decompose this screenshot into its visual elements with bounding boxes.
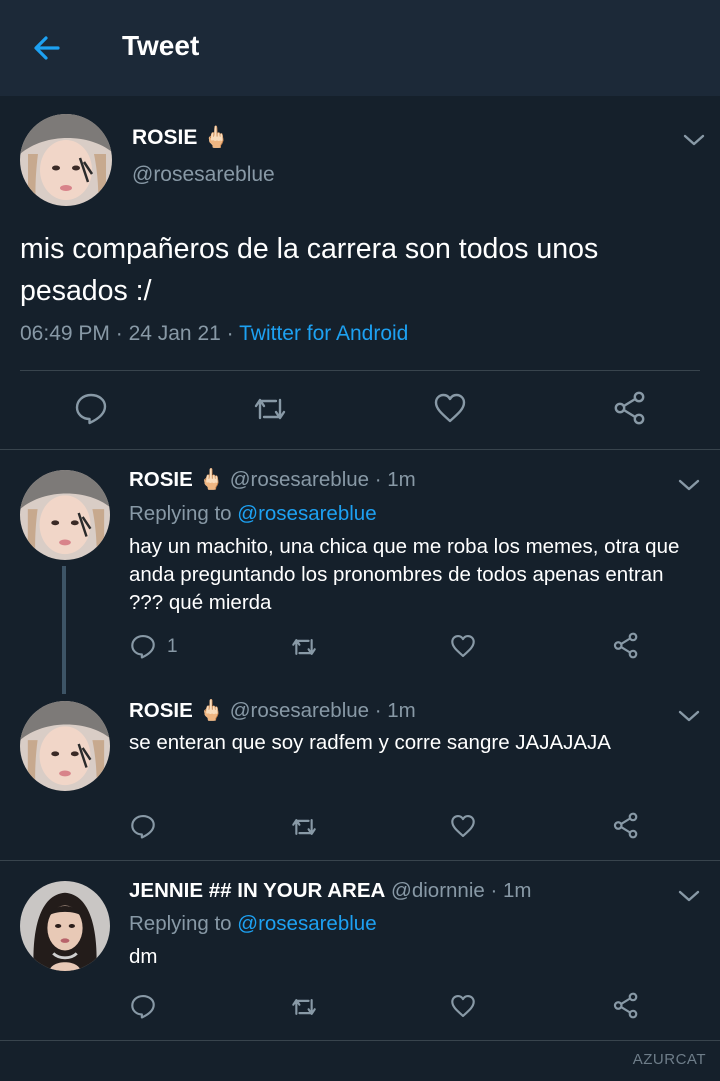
tweet-date: 24 Jan 21 — [128, 322, 221, 345]
avatar[interactable] — [20, 701, 110, 791]
chevron-down-icon[interactable] — [676, 707, 702, 725]
share-icon[interactable] — [612, 812, 640, 844]
reply-header: ROSIE 🖕🏻 @rosesareblue · 1m — [129, 468, 416, 492]
chevron-down-icon[interactable] — [676, 887, 702, 905]
divider — [0, 860, 720, 861]
replying-to: Replying to @rosesareblue — [129, 912, 377, 936]
tweet-text: se enteran que soy radfem y corre sangre… — [129, 731, 611, 754]
tweet-source-link[interactable]: Twitter for Android — [239, 322, 408, 345]
replying-to-prefix: Replying to — [129, 502, 232, 525]
reply-header: JENNIE ## IN YOUR AREA @diornnie · 1m — [129, 879, 531, 903]
replying-to-handle[interactable]: @rosesareblue — [237, 912, 376, 935]
replying-to-prefix: Replying to — [129, 912, 232, 935]
like-icon[interactable] — [433, 391, 467, 430]
reply-count: 1 — [167, 636, 178, 657]
author-handle-time[interactable]: @rosesareblue · 1m — [230, 699, 416, 722]
thread-line — [62, 566, 66, 694]
divider — [20, 370, 700, 371]
retweet-icon[interactable] — [290, 634, 318, 665]
author-name[interactable]: JENNIE ## IN YOUR AREA — [129, 879, 385, 902]
like-icon[interactable] — [450, 633, 476, 664]
replying-to: Replying to @rosesareblue — [129, 502, 377, 526]
author-handle[interactable]: @rosesareblue — [132, 163, 275, 187]
author-handle-time[interactable]: @diornnie · 1m — [391, 879, 531, 902]
like-icon[interactable] — [450, 993, 476, 1024]
like-icon[interactable] — [450, 813, 476, 844]
tweet-meta: 06:49 PM · 24 Jan 21 · Twitter for Andro… — [20, 322, 409, 345]
chevron-down-icon[interactable] — [681, 131, 707, 149]
replying-to-handle[interactable]: @rosesareblue — [237, 502, 376, 525]
chevron-down-icon[interactable] — [676, 476, 702, 494]
reply-icon[interactable] — [74, 391, 108, 430]
top-bar: Tweet — [0, 0, 720, 96]
divider — [0, 449, 720, 450]
author-name[interactable]: ROSIE 🖕🏻 — [129, 468, 224, 491]
divider — [0, 1040, 720, 1041]
reply-header: ROSIE 🖕🏻 @rosesareblue · 1m — [129, 699, 416, 723]
tweet-text: hay un machito, una chica que me roba lo… — [129, 535, 680, 614]
avatar[interactable] — [20, 881, 110, 971]
reply-icon[interactable] — [130, 813, 156, 844]
author-name[interactable]: ROSIE 🖕🏻 — [129, 699, 224, 722]
tweet-text: dm — [129, 945, 158, 968]
retweet-icon[interactable] — [252, 392, 288, 431]
tweet-text: mis compañeros de la carrera son todos u… — [20, 233, 599, 307]
page-title: Tweet — [122, 30, 200, 61]
avatar[interactable] — [20, 114, 112, 206]
share-icon[interactable] — [612, 632, 640, 664]
reply-icon[interactable] — [130, 993, 156, 1024]
watermark: AZURCAT — [632, 1051, 706, 1068]
avatar[interactable] — [20, 470, 110, 560]
author-handle-time[interactable]: @rosesareblue · 1m — [230, 468, 416, 491]
share-icon[interactable] — [612, 391, 648, 430]
retweet-icon[interactable] — [290, 814, 318, 845]
back-arrow-icon[interactable] — [28, 28, 68, 68]
retweet-icon[interactable] — [290, 994, 318, 1025]
reply-icon[interactable] — [130, 633, 156, 664]
author-name[interactable]: ROSIE 🖕🏻 — [132, 126, 229, 150]
share-icon[interactable] — [612, 992, 640, 1024]
tweet-time: 06:49 PM — [20, 322, 110, 345]
